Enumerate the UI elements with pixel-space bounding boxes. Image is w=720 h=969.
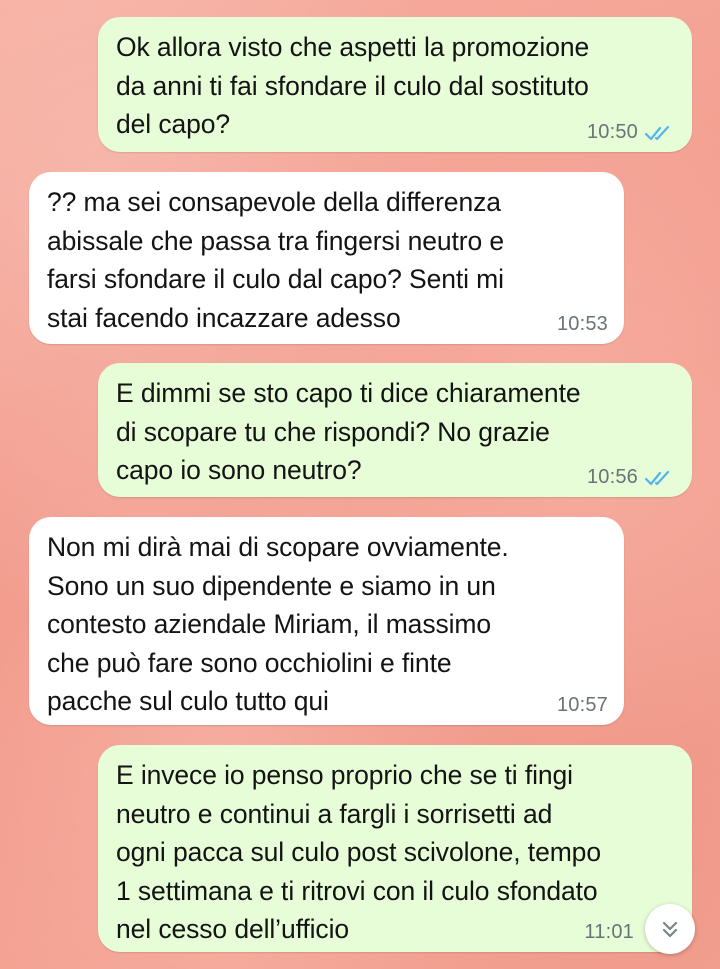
message-meta: 10:50 bbox=[587, 121, 676, 144]
message-bubble-incoming[interactable]: Non mi dirà mai di scopare ovviamente. S… bbox=[29, 517, 624, 725]
message-text: E invece io penso proprio che se ti fing… bbox=[116, 760, 601, 944]
message-time: 10:56 bbox=[586, 466, 638, 488]
message-text: Ok allora visto che aspetti la promozion… bbox=[116, 32, 590, 139]
message-meta: 10:57 bbox=[557, 694, 608, 717]
message-time: 10:57 bbox=[556, 694, 608, 716]
message-text: Non mi dirà mai di scopare ovviamente. S… bbox=[47, 532, 509, 716]
message-time: 11:01 bbox=[584, 921, 634, 943]
message-bubble-incoming[interactable]: ?? ma sei consapevole della differenza a… bbox=[29, 172, 624, 344]
message-time: 10:50 bbox=[586, 121, 638, 143]
message-bubble-outgoing[interactable]: E invece io penso proprio che se ti fing… bbox=[98, 745, 692, 952]
message-text: ?? ma sei consapevole della differenza a… bbox=[47, 187, 505, 333]
message-meta: 10:56 bbox=[587, 466, 676, 489]
double-chevron-down-icon bbox=[662, 921, 678, 938]
scroll-to-bottom-button[interactable] bbox=[645, 904, 695, 954]
read-double-check-icon bbox=[644, 470, 670, 485]
message-time: 10:53 bbox=[556, 313, 608, 335]
message-text: E dimmi se sto capo ti dice chiaramente … bbox=[116, 378, 581, 485]
message-meta: 10:53 bbox=[557, 313, 608, 336]
message-bubble-outgoing[interactable]: E dimmi se sto capo ti dice chiaramente … bbox=[98, 363, 692, 497]
message-meta: 11:01 bbox=[584, 921, 634, 944]
read-double-check-icon bbox=[644, 125, 670, 140]
message-bubble-outgoing[interactable]: Ok allora visto che aspetti la promozion… bbox=[98, 17, 692, 152]
